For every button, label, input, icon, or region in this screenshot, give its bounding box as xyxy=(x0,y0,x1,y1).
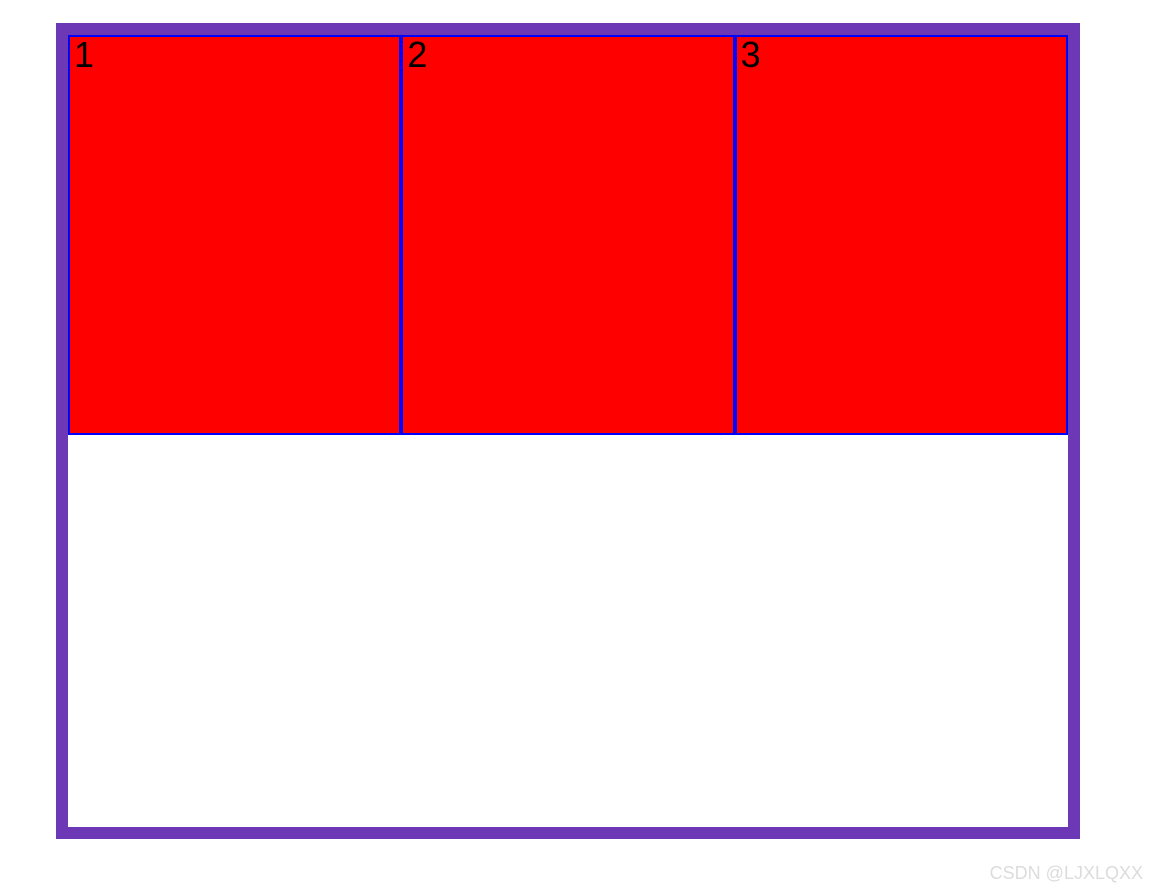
box-label: 3 xyxy=(741,34,761,75)
flex-container: 1 2 3 xyxy=(56,23,1080,839)
watermark-text: CSDN @LJXLQXX xyxy=(990,863,1143,884)
flex-item-1: 1 xyxy=(68,35,401,435)
flex-item-3: 3 xyxy=(735,35,1068,435)
flex-item-2: 2 xyxy=(401,35,734,435)
box-label: 2 xyxy=(407,34,427,75)
box-label: 1 xyxy=(74,34,94,75)
